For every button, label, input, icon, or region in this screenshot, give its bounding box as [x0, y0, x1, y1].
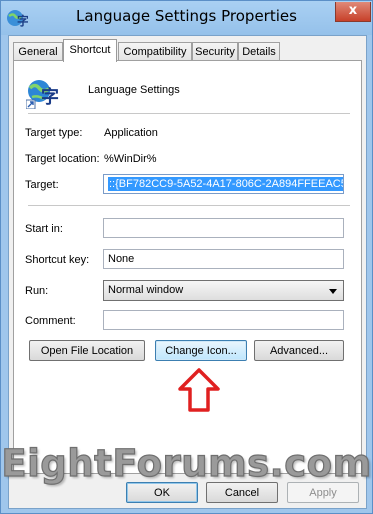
start-in-label: Start in:: [25, 223, 63, 235]
advanced-button[interactable]: Advanced...: [254, 340, 344, 361]
start-in-input[interactable]: [103, 218, 344, 238]
target-input[interactable]: ::{BF782CC9-5A52-4A17-806C-2A894FFEEAC5}: [103, 174, 344, 194]
dialog-client: General Shortcut Compatibility Security …: [8, 35, 367, 509]
svg-text:字: 字: [41, 86, 59, 108]
shortcut-key-input[interactable]: None: [103, 249, 344, 269]
apply-button[interactable]: Apply: [287, 482, 359, 503]
shortcut-app-icon: 字: [26, 80, 59, 109]
watermark: EightForums.com: [1, 441, 372, 485]
target-type-label: Target type:: [25, 127, 83, 139]
run-label: Run:: [25, 285, 49, 297]
window-title: Language Settings Properties: [76, 7, 297, 25]
ok-button[interactable]: OK: [126, 482, 198, 503]
run-dropdown-value: Normal window: [108, 284, 184, 296]
properties-window: 字 Language Settings Properties x General…: [0, 0, 373, 514]
run-dropdown[interactable]: Normal window: [103, 280, 344, 301]
cancel-button[interactable]: Cancel: [206, 482, 278, 503]
target-location-value: %WinDir%: [104, 153, 157, 165]
close-icon: x: [348, 3, 358, 18]
tab-shortcut[interactable]: Shortcut: [63, 39, 117, 62]
open-file-location-button[interactable]: Open File Location: [29, 340, 145, 361]
tab-general[interactable]: General: [13, 42, 63, 61]
target-type-value: Application: [104, 127, 158, 139]
comment-label: Comment:: [25, 315, 76, 327]
change-icon-button[interactable]: Change Icon...: [155, 340, 247, 361]
tab-details[interactable]: Details: [238, 42, 280, 61]
shortcut-panel: 字 Language Settings Target type: Applica…: [13, 60, 362, 474]
target-location-label: Target location:: [25, 153, 100, 165]
divider: [28, 205, 350, 206]
up-arrow-icon: [178, 368, 220, 412]
shortcut-name: Language Settings: [88, 84, 180, 96]
title-bar[interactable]: 字 Language Settings Properties x: [1, 1, 372, 35]
tab-compatibility[interactable]: Compatibility: [118, 42, 192, 61]
target-input-text: ::{BF782CC9-5A52-4A17-806C-2A894FFEEAC5}: [108, 177, 343, 191]
comment-input[interactable]: [103, 310, 344, 330]
divider: [28, 113, 350, 114]
target-label: Target:: [25, 179, 59, 191]
shortcut-key-label: Shortcut key:: [25, 254, 90, 266]
chevron-down-icon[interactable]: [329, 289, 337, 294]
tab-security[interactable]: Security: [192, 42, 238, 61]
close-button[interactable]: x: [335, 2, 371, 22]
